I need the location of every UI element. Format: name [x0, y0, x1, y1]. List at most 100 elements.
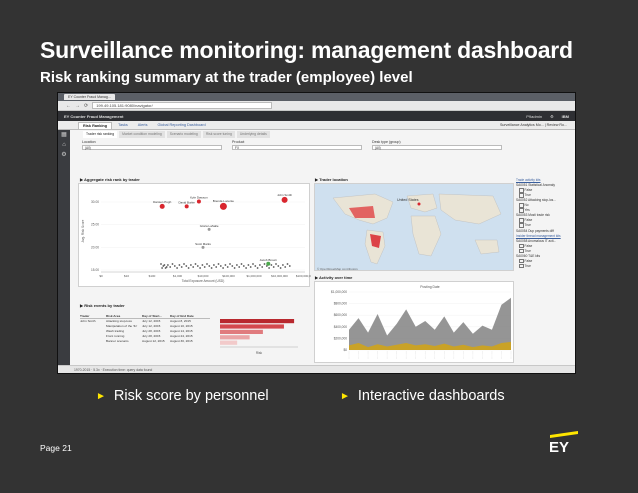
page-number: Page 21	[40, 443, 72, 453]
y-tick-label: $0	[343, 348, 347, 352]
table-row[interactable]: Banner scenario August 12, 2015 August 30,…	[80, 339, 210, 344]
scatter-point	[176, 267, 178, 269]
point-label: Scott Marks	[195, 242, 211, 246]
col-risk-area: Risk Area	[106, 314, 121, 318]
scatter-point	[222, 267, 225, 269]
scatter-point	[229, 263, 231, 265]
y-tick-label: $400,000	[334, 325, 348, 329]
scatter-point	[252, 263, 254, 265]
scatter-point	[194, 263, 197, 265]
filter-list: Trade activity kits SA0051 Statistical A…	[516, 178, 574, 269]
trader-location-title-text: Trader location	[319, 177, 348, 182]
subtab-trader-risk-ranking[interactable]: Trader risk ranking	[83, 131, 118, 138]
scatter-point	[215, 266, 218, 268]
scatter-point	[160, 263, 162, 265]
scatter-point	[224, 264, 227, 266]
point-label: Brenda Lucente	[213, 199, 235, 203]
scatter-point	[277, 265, 280, 267]
desk-filter: Desk type (group) (All)	[372, 140, 502, 150]
ibm-logo: IBM	[561, 113, 569, 119]
subtab-scenario-modeling[interactable]: Scenario modeling	[166, 131, 201, 138]
gear-icon[interactable]: ⚙	[550, 114, 554, 119]
scatter-point	[219, 202, 227, 210]
scatter-point	[270, 264, 273, 266]
subtab-underlying-details[interactable]: Underlying details	[236, 131, 270, 138]
location-select[interactable]: (All)	[82, 145, 222, 150]
cell: August 12, 2015	[142, 339, 165, 343]
trader-location-map[interactable]: United States © OpenStreetMap contributo…	[314, 183, 514, 271]
forward-icon[interactable]: →	[75, 103, 80, 109]
cell: Banner scenario	[106, 339, 129, 343]
location-label: Location	[82, 140, 96, 144]
gear-icon[interactable]: ⚙	[58, 150, 70, 160]
y-tick-label: 20.00	[91, 245, 99, 249]
x-axis-label: Total Exposure Amount (USD)	[182, 279, 225, 283]
scatter-point	[190, 264, 192, 266]
refresh-icon[interactable]: ⟳	[84, 103, 88, 109]
scatter-point	[208, 265, 211, 267]
bullet-text: Risk score by personnel	[113, 388, 269, 404]
x-tick-label: $100	[149, 274, 156, 278]
risk-events-bars: Risk	[220, 319, 298, 355]
x-tick-label: $1,000,000	[246, 274, 261, 278]
x-tick-label: $1,000	[173, 274, 183, 278]
y-axis-label: Avg. Risk Score	[81, 219, 85, 242]
tab-tasks[interactable]: Tasks	[114, 122, 132, 129]
scatter-point	[213, 264, 215, 266]
scatter-point	[201, 245, 205, 249]
y-tick-label: $200,000	[334, 336, 348, 340]
breadcrumb[interactable]: Surveillance Analytics Mo... | Review Ro…	[500, 122, 575, 129]
y-tick-label: 15.00	[91, 268, 99, 272]
bullet-risk-score: ► Risk score by personnel	[96, 388, 269, 404]
subtab-risk-score-tuning[interactable]: Risk score tuning	[202, 131, 235, 138]
risk-events-title: ▶ Risk events by trader	[80, 303, 125, 308]
grid-icon[interactable]: ▦	[58, 130, 70, 140]
browser-tab[interactable]: EY Counter Fraud Manag...	[64, 94, 115, 100]
scatter-point	[173, 265, 176, 267]
home-icon[interactable]: ⌂	[58, 140, 70, 150]
subtab-market-condition[interactable]: Market condition modeling	[119, 131, 165, 138]
status-bar: 1970-2015 · 5.3x · Execution time: query…	[58, 365, 575, 373]
scatter-point	[279, 267, 282, 269]
url-input[interactable]: 199.49.105.181:9080/navigator/	[92, 102, 273, 109]
scatter-point	[219, 265, 222, 267]
back-icon[interactable]: ←	[66, 103, 71, 109]
risk-bar	[220, 319, 295, 324]
risk-rank-title-text: Aggregate risk rank by trader	[84, 177, 140, 182]
product-label: Product	[232, 140, 245, 144]
scatter-point	[231, 265, 234, 267]
user-menu[interactable]: P9admin	[526, 114, 542, 119]
point-label: Kyle Dawson	[190, 195, 208, 199]
activity-title-text: Activity over time	[319, 275, 353, 280]
x-tick-label: $10,000,000	[271, 274, 288, 278]
y-tick-label: 25.00	[91, 223, 99, 227]
legend-title: Posting Date	[420, 285, 440, 289]
desk-label: Desk type (group)	[372, 140, 401, 144]
cell: August 30, 2015	[170, 339, 193, 343]
desk-select[interactable]: (All)	[372, 145, 502, 150]
slide: Surveillance monitoring: management dash…	[0, 0, 638, 493]
scatter-point	[263, 263, 266, 265]
scatter-point	[284, 266, 287, 268]
scatter-point	[288, 265, 291, 267]
world-map: United States © OpenStreetMap contributo…	[317, 193, 502, 271]
bullet-interactive: ► Interactive dashboards	[340, 388, 505, 404]
scatter-point	[268, 267, 270, 269]
scatter-point	[247, 264, 250, 266]
product-select[interactable]: FX	[232, 145, 362, 150]
scatter-point	[169, 266, 172, 268]
activity-area-total	[349, 297, 511, 350]
risk-rank-panel: 30.00 25.00 20.00 15.00 $0 $10 $100 $1,000 $10,0…	[78, 183, 315, 287]
app-sidebar: ▦ ⌂ ⚙	[58, 130, 70, 373]
filter-bar: Location (All) Product FX Desk type (gro…	[82, 140, 502, 154]
scatter-point	[201, 264, 204, 266]
y-tick-label: 30.00	[91, 200, 99, 204]
tab-risk-ranking[interactable]: Risk Ranking	[78, 122, 113, 129]
tab-alerts[interactable]: Alerts	[134, 122, 152, 129]
scatter-point	[180, 266, 183, 268]
risk-events-table: Trader Risk Area Day of Start... Day of …	[80, 314, 210, 344]
tab-global-reporting[interactable]: Global Reporting Dashboard	[154, 122, 210, 129]
filter-checkbox[interactable]: True	[516, 264, 574, 269]
scatter-point	[171, 263, 174, 265]
scatter-point	[240, 263, 243, 265]
